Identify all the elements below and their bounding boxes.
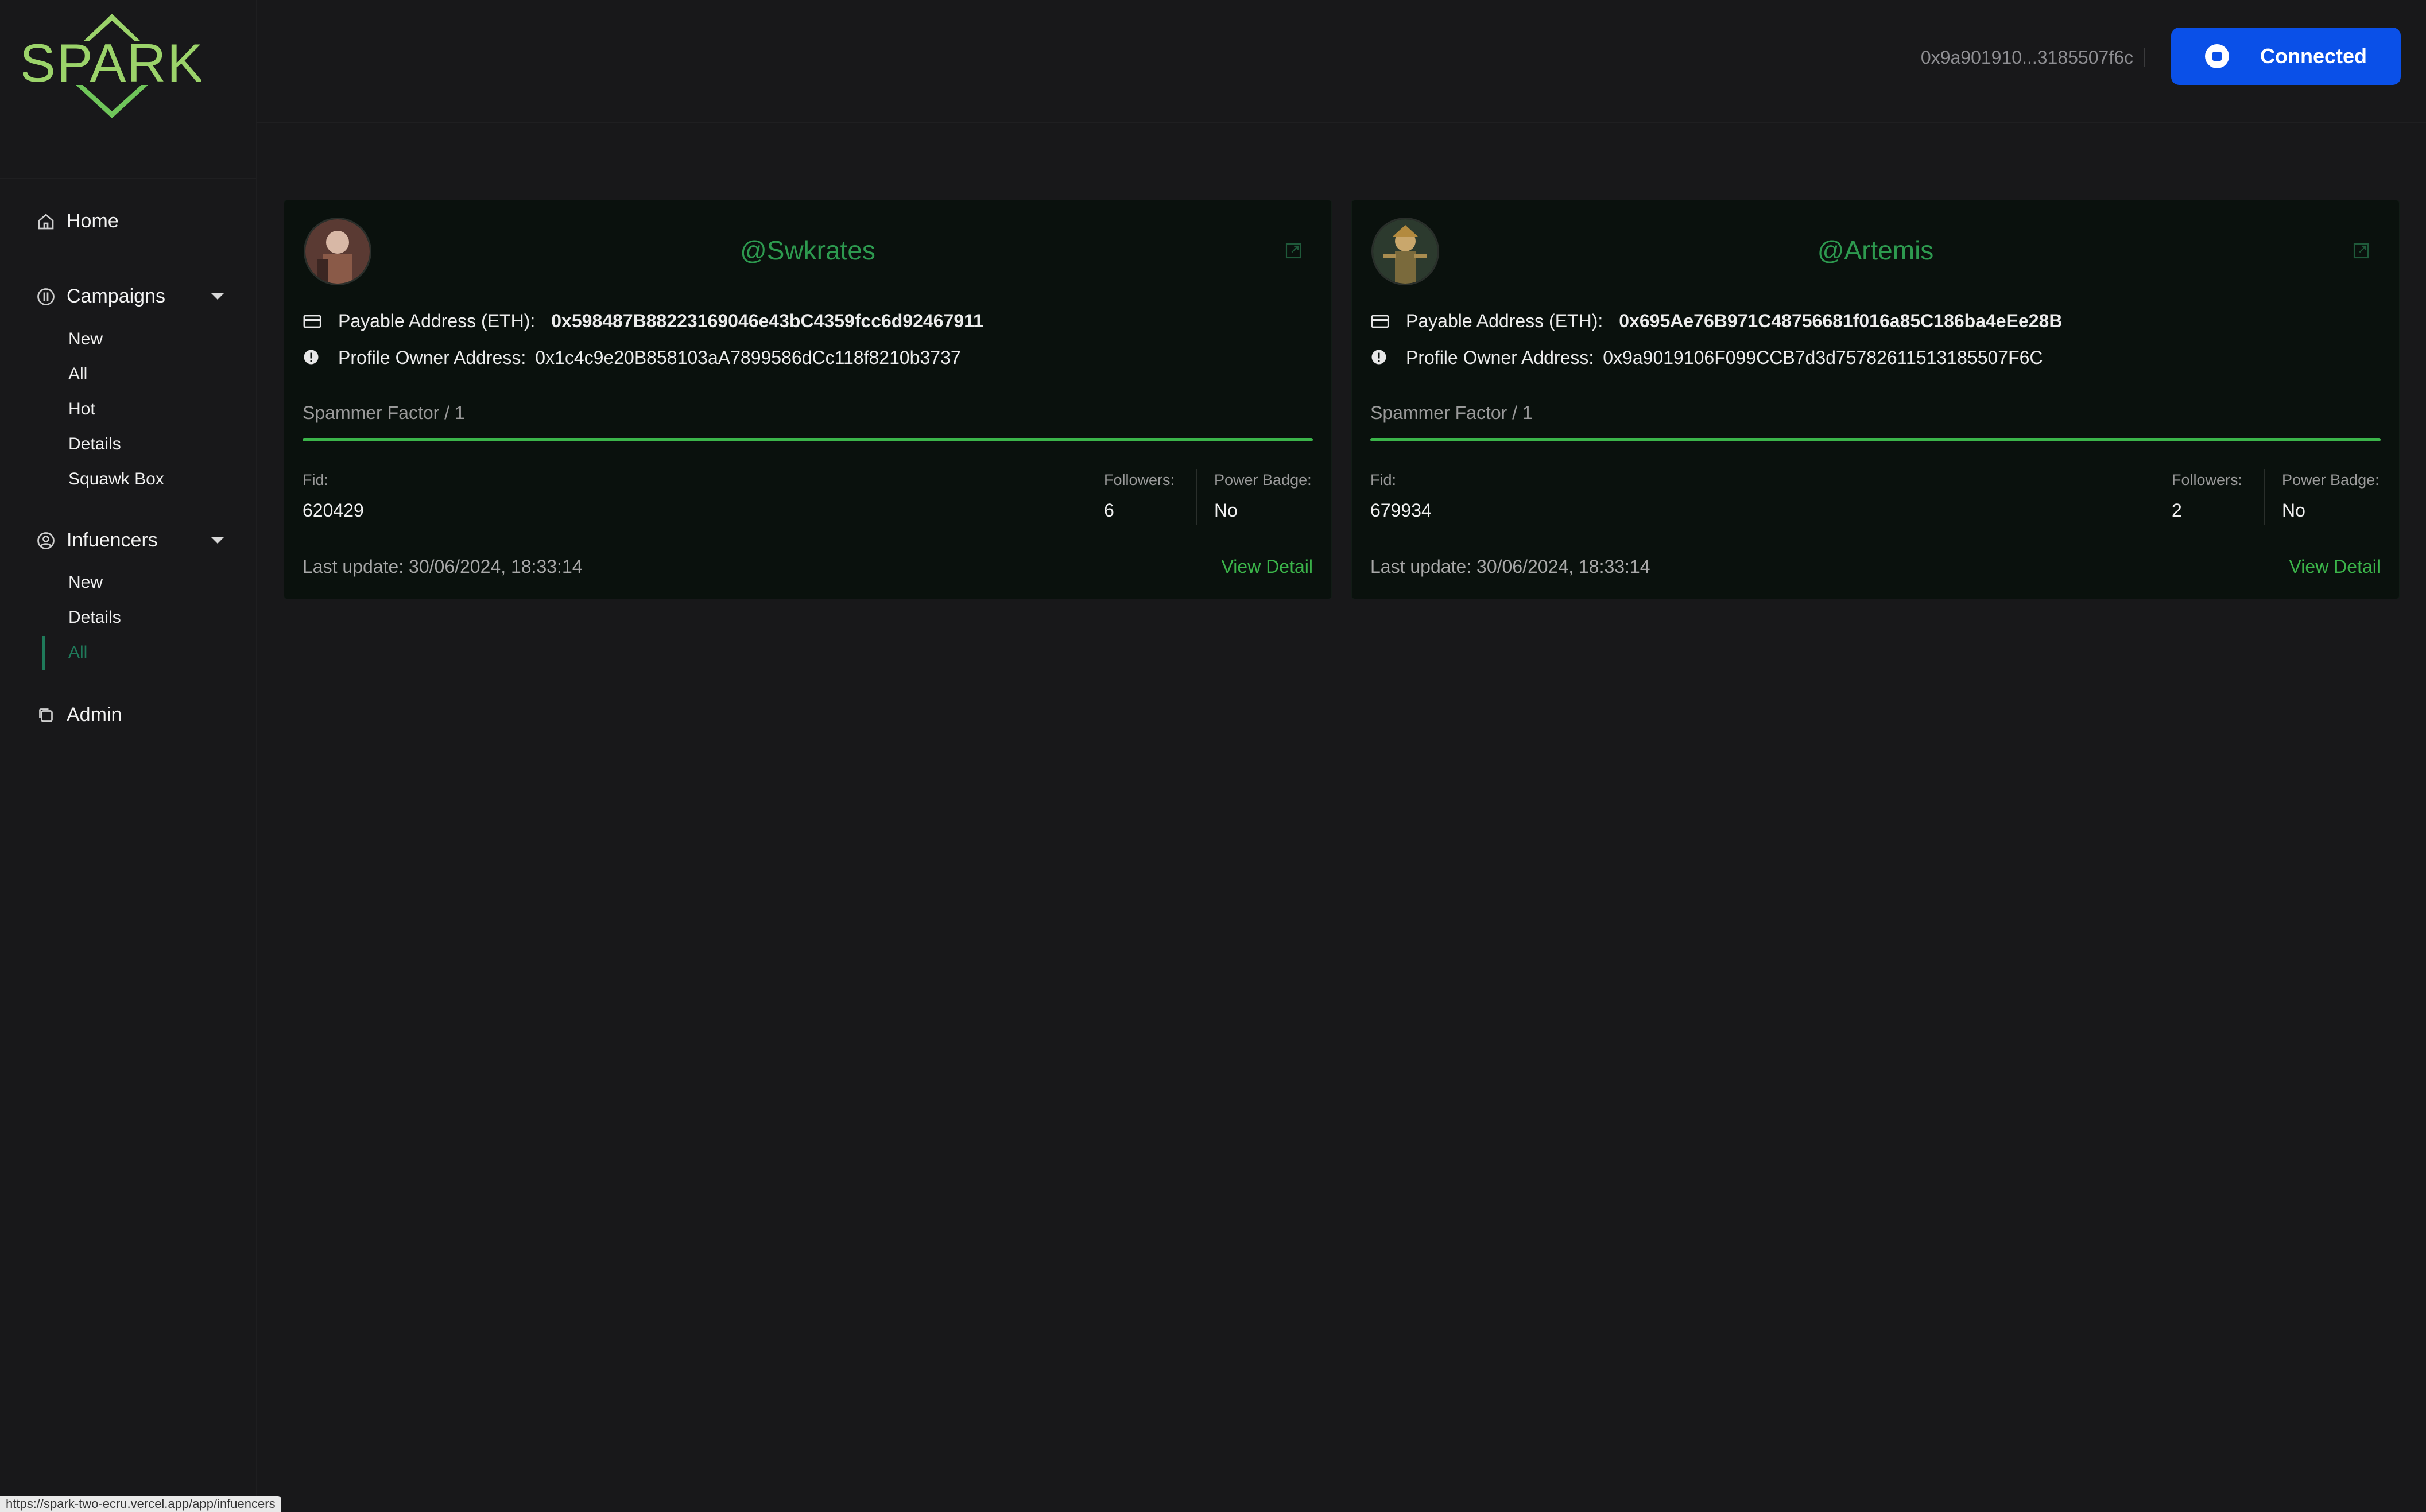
power-badge-value: No (2282, 500, 2305, 521)
chevron-down-icon[interactable] (211, 537, 224, 544)
payable-address: 0x598487B88223169046e43bC4359fcc6d924679… (551, 311, 983, 331)
sidebar: SPARK Home Campaigns New All Hot Details… (0, 0, 257, 1512)
followers-value: 2 (2172, 500, 2182, 521)
owner-address-row: Profile Owner Address: 0x9a9019106F099CC… (1370, 347, 2043, 369)
wallet-separator (2144, 48, 2145, 67)
campaigns-icon (36, 286, 56, 307)
fid-label: Fid: (1370, 471, 1397, 489)
credit-card-icon (303, 312, 322, 331)
owner-address-row: Profile Owner Address: 0x1c4c9e20B858103… (303, 347, 961, 369)
payable-label: Payable Address (ETH): (1406, 311, 1603, 331)
campaigns-hot[interactable]: Hot (68, 400, 95, 419)
wallet-address: 0x9a901910...3185507f6c (1920, 47, 2133, 68)
payable-address-row: Payable Address (ETH): 0x598487B88223169… (303, 311, 983, 332)
payable-label: Payable Address (ETH): (338, 311, 536, 331)
profile-handle: @Artemis (1817, 235, 1934, 265)
power-badge-value: No (1214, 500, 1238, 521)
campaigns-squawk-box[interactable]: Squawk Box (68, 470, 164, 489)
last-update: Last update: 30/06/2024, 18:33:14 (1370, 556, 1650, 577)
last-update: Last update: 30/06/2024, 18:33:14 (303, 556, 583, 577)
stop-icon (2205, 44, 2229, 68)
nav-admin-label: Admin (67, 704, 122, 726)
influencer-card: @Artemis Payable Address (ETH): 0x695Ae7… (1351, 200, 2400, 599)
owner-address: 0x9a9019106F099CCB7d3d75782611513185507F… (1603, 347, 2043, 368)
campaigns-new[interactable]: New (68, 329, 103, 349)
connect-label: Connected (2260, 44, 2367, 68)
power-badge-label: Power Badge: (1214, 471, 1312, 489)
view-detail-link[interactable]: View Detail (1222, 556, 1313, 577)
spammer-factor-fill (303, 438, 1313, 441)
influencers-new[interactable]: New (68, 573, 103, 592)
active-indicator (42, 636, 45, 670)
influencer-card: @Swkrates Payable Address (ETH): 0x59848… (284, 200, 1332, 599)
spammer-factor-bar (1370, 438, 2381, 441)
followers-label: Followers: (1104, 471, 1175, 489)
nav-home[interactable]: Home (36, 210, 119, 232)
external-link-icon[interactable] (1284, 242, 1303, 260)
external-link-icon[interactable] (2352, 242, 2370, 260)
status-bar-url: https://spark-two-ecru.vercel.app/app/in… (0, 1496, 281, 1512)
spammer-factor-label: Spammer Factor / 1 (303, 402, 465, 423)
nav-admin[interactable]: Admin (36, 704, 122, 726)
stat-separator (1196, 469, 1197, 525)
spark-logo[interactable]: SPARK (23, 11, 201, 121)
payable-address-row: Payable Address (ETH): 0x695Ae76B971C487… (1370, 311, 2062, 332)
logo-text: SPARK (23, 33, 201, 93)
exclamation-icon (303, 348, 322, 368)
fid-label: Fid: (303, 471, 329, 489)
owner-label: Profile Owner Address: (338, 347, 526, 368)
followers-label: Followers: (2172, 471, 2243, 489)
home-icon (36, 211, 56, 232)
fid-value: 620429 (303, 500, 364, 521)
campaigns-all[interactable]: All (68, 365, 87, 384)
top-header: 0x9a901910...3185507f6c Connected (256, 0, 2426, 123)
owner-label: Profile Owner Address: (1406, 347, 1594, 368)
nav-influencers[interactable]: Infuencers (36, 529, 224, 552)
chevron-down-icon[interactable] (211, 293, 224, 300)
view-detail-link[interactable]: View Detail (2289, 556, 2381, 577)
followers-value: 6 (1104, 500, 1114, 521)
nav-home-label: Home (67, 210, 119, 232)
influencers-details[interactable]: Details (68, 608, 121, 627)
wallet-connect-button[interactable]: Connected (2171, 28, 2401, 85)
spammer-factor-fill (1370, 438, 2381, 441)
nav-campaigns-label: Campaigns (67, 285, 165, 307)
power-badge-label: Power Badge: (2282, 471, 2380, 489)
owner-address: 0x1c4c9e20B858103aA7899586dCc118f8210b37… (535, 347, 961, 368)
influencers-all[interactable]: All (68, 643, 87, 662)
campaigns-details[interactable]: Details (68, 435, 121, 454)
exclamation-icon (1370, 348, 1390, 368)
admin-icon (36, 705, 56, 726)
nav-campaigns[interactable]: Campaigns (36, 285, 224, 308)
user-circle-icon (36, 530, 56, 551)
spammer-factor-bar (303, 438, 1313, 441)
sidebar-divider (0, 178, 256, 179)
payable-address: 0x695Ae76B971C48756681f016a85C186ba4eEe2… (1619, 311, 2063, 331)
stat-separator (2264, 469, 2265, 525)
profile-handle: @Swkrates (740, 235, 875, 265)
nav-influencers-label: Infuencers (67, 529, 158, 551)
spammer-factor-label: Spammer Factor / 1 (1370, 402, 1533, 423)
fid-value: 679934 (1370, 500, 1432, 521)
credit-card-icon (1370, 312, 1390, 331)
